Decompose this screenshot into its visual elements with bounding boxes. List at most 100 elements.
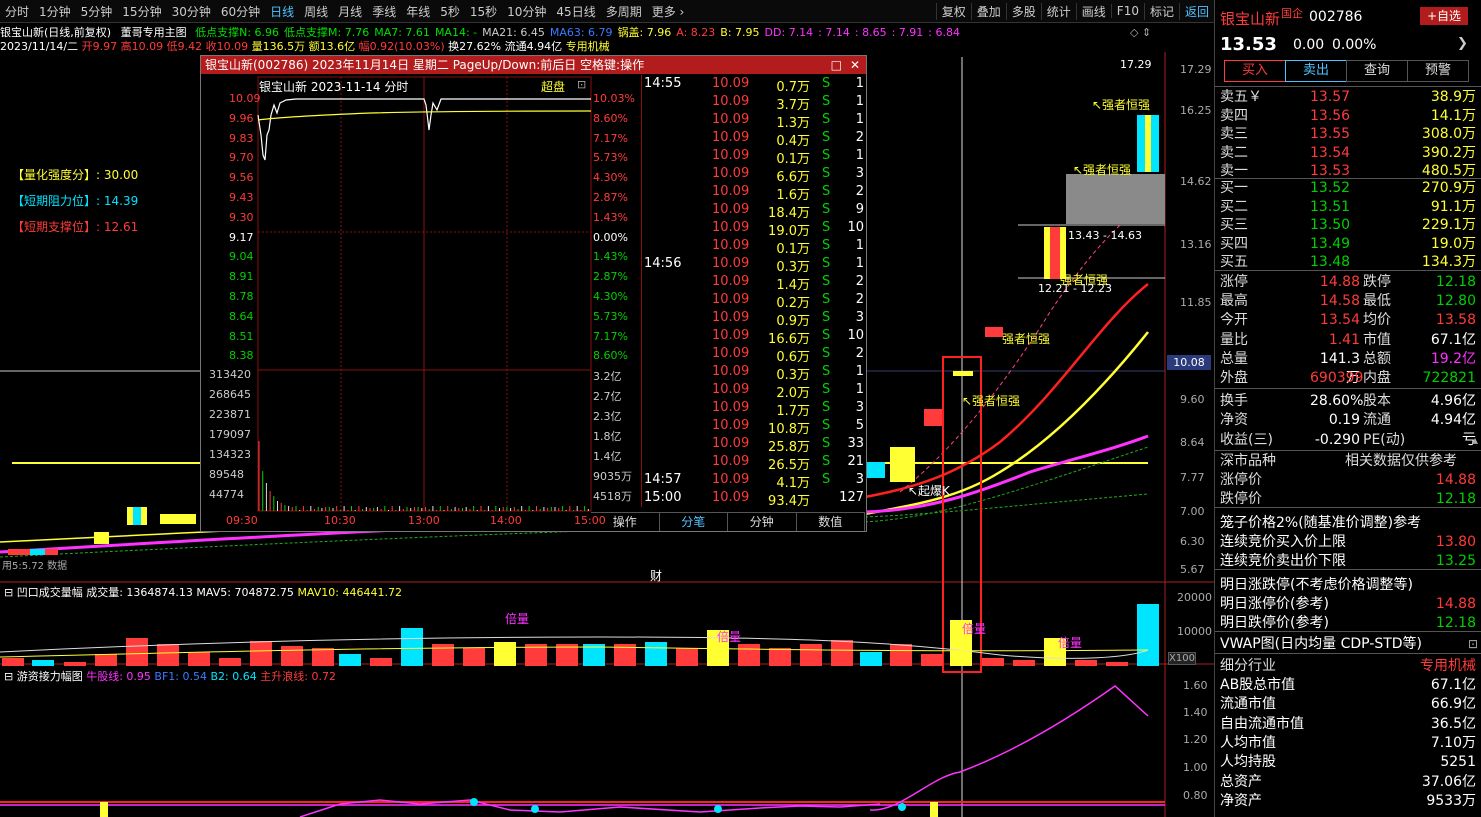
fund-label: 人均市值: [1220, 734, 1276, 751]
tick-side: S: [822, 184, 831, 199]
tick-vol: 93.4万: [768, 494, 810, 509]
fund-value: 7.10万: [1430, 734, 1476, 751]
extra-label: VWAP图(日内均量 CDP-STD等): [1220, 636, 1423, 652]
stat-value-2: 19.2亿: [1430, 350, 1476, 367]
fund-value: 66.9亿: [1430, 696, 1476, 713]
tick-vol: 0.3万: [776, 368, 810, 383]
toolbar-right-1[interactable]: 叠加: [970, 2, 1006, 20]
popup-price-left: 8.78: [229, 290, 254, 303]
period-tab-12[interactable]: 15秒: [465, 3, 502, 20]
quote-row: 自由流通市值 36.5亿: [1215, 715, 1481, 734]
vol-panel-title[interactable]: 凹口成交量幅: [17, 586, 83, 599]
sell-button[interactable]: 卖出: [1285, 60, 1347, 82]
tick-side: S: [822, 274, 831, 289]
popup-tab-1[interactable]: 分笔: [660, 513, 728, 531]
toolbar-right-0[interactable]: 复权: [935, 2, 971, 20]
ma-item-12: : 7.91: [891, 26, 924, 39]
popup-pct-right: 5.73%: [593, 151, 628, 165]
extra-value: 13.80: [1435, 534, 1476, 550]
tick-time: 14:55: [644, 76, 682, 91]
popup-tab-3[interactable]: 数值: [797, 513, 865, 531]
popup-resize-icon[interactable]: ⊡: [577, 78, 586, 91]
toolbar-right-2[interactable]: 多股: [1005, 2, 1041, 20]
popup-price-left: 8.51: [229, 329, 254, 343]
popup-close-icon[interactable]: ✕: [850, 56, 860, 74]
toolbar-right-6[interactable]: 标记: [1143, 2, 1179, 20]
tick-row: 10.09 0.1万 S 1: [642, 148, 866, 167]
period-tab-11[interactable]: 5秒: [435, 3, 465, 20]
candle-8: [865, 462, 885, 478]
popup-maximize-icon[interactable]: □: [831, 56, 842, 74]
bid-price: 13.50: [1310, 217, 1351, 233]
tick-side: S: [822, 76, 831, 91]
popup-pct-right: 10.03%: [593, 92, 635, 105]
alert-button[interactable]: 预警: [1407, 60, 1469, 82]
period-tab-6[interactable]: 日线: [265, 3, 299, 20]
stat-value-1: 14.88: [1319, 274, 1360, 290]
quant-score-label: 【量化强度分】: 30.00: [12, 168, 139, 182]
stat-label-2: 流通: [1363, 412, 1391, 429]
popup-title-bar[interactable]: 银宝山新(002786) 2023年11月14日 星期二 PageUp/Down…: [201, 56, 866, 74]
toolbar-right-3[interactable]: 统计: [1040, 2, 1076, 20]
buy-button[interactable]: 买入: [1224, 60, 1286, 82]
popup-superpan[interactable]: 超盘: [541, 78, 565, 95]
period-tab-1[interactable]: 1分钟: [34, 3, 76, 20]
ind-niu: 牛股线: 0.95: [86, 670, 151, 683]
volume-bar-7: [219, 658, 241, 666]
scroll-icon[interactable]: ▴: [1472, 433, 1478, 447]
period-tab-7[interactable]: 周线: [299, 3, 333, 20]
period-tab-14[interactable]: 45日线: [551, 3, 600, 20]
stat-label-1: 外盘: [1220, 370, 1248, 386]
annot-cai: 财: [650, 569, 663, 583]
volume-bar-8: [250, 641, 272, 666]
period-tab-16[interactable]: 更多 ›: [647, 3, 690, 20]
ind-panel-title[interactable]: 游资接力幅图: [17, 670, 83, 683]
volume-bar-0: [2, 658, 24, 666]
popup-vol-right: 2.7亿: [593, 390, 622, 403]
tick-vol: 0.9万: [776, 314, 810, 329]
expand-icons[interactable]: ◇ ⇕: [1130, 26, 1151, 39]
ind-zs: 主升浪线: 0.72: [260, 670, 336, 683]
period-tab-8[interactable]: 月线: [333, 3, 367, 20]
quote-row: 明日涨停价(参考) 14.88: [1215, 595, 1481, 614]
period-tab-10[interactable]: 年线: [401, 3, 435, 20]
quote-row: 总量 141.3万 总额 19.2亿: [1215, 350, 1481, 386]
toolbar-right-7[interactable]: 返回: [1178, 2, 1214, 20]
tick-side: S: [822, 148, 831, 163]
vol-panel-icon[interactable]: ⊟: [4, 586, 13, 599]
fund-value: 37.06亿: [1421, 773, 1476, 790]
period-tab-5[interactable]: 60分钟: [216, 3, 265, 20]
stat-label-2: PE(动): [1363, 431, 1406, 448]
volume-bar-37: [1137, 604, 1159, 666]
period-tab-0[interactable]: 分时: [0, 3, 34, 20]
period-tab-13[interactable]: 10分钟: [502, 3, 551, 20]
collapse-chevron-icon[interactable]: ❯: [1457, 36, 1468, 51]
period-tab-9[interactable]: 季线: [367, 3, 401, 20]
vol-beiliang-2: 倍量: [717, 630, 742, 644]
period-tab-3[interactable]: 15分钟: [117, 3, 166, 20]
popup-tab-0[interactable]: 操作: [591, 513, 660, 531]
tick-vol: 19.0万: [768, 224, 810, 239]
quote-row: 净资产 9533万: [1215, 792, 1481, 811]
period-tab-2[interactable]: 5分钟: [76, 3, 118, 20]
toolbar-right-4[interactable]: 画线: [1075, 2, 1111, 20]
tick-price: 10.09: [712, 148, 750, 163]
stat-label-1: 量比: [1220, 331, 1248, 348]
volume-bar-3: [95, 654, 117, 666]
period-tab-15[interactable]: 多周期: [601, 3, 647, 20]
toolbar-right-5[interactable]: F10: [1110, 4, 1144, 18]
popup-time-axis: 09:30: [226, 514, 258, 527]
price-axis-tick: 9.60: [1180, 393, 1205, 406]
tick-price: 10.09: [712, 94, 750, 109]
fund-value: 67.1亿: [1430, 677, 1476, 693]
panel-settings-icon[interactable]: ⊡: [1468, 637, 1478, 651]
fund-label: 流通市值: [1220, 696, 1276, 713]
ind-panel-icon[interactable]: ⊟: [4, 670, 13, 683]
extra-sep: [1215, 569, 1481, 570]
tick-side: S: [822, 364, 831, 379]
add-watchlist-button[interactable]: +自选: [1420, 7, 1468, 25]
period-tab-4[interactable]: 30分钟: [167, 3, 216, 20]
query-button[interactable]: 查询: [1346, 60, 1408, 82]
popup-tab-2[interactable]: 分钟: [728, 513, 797, 531]
quote-row: 买二 13.51 91.1万: [1215, 198, 1481, 217]
